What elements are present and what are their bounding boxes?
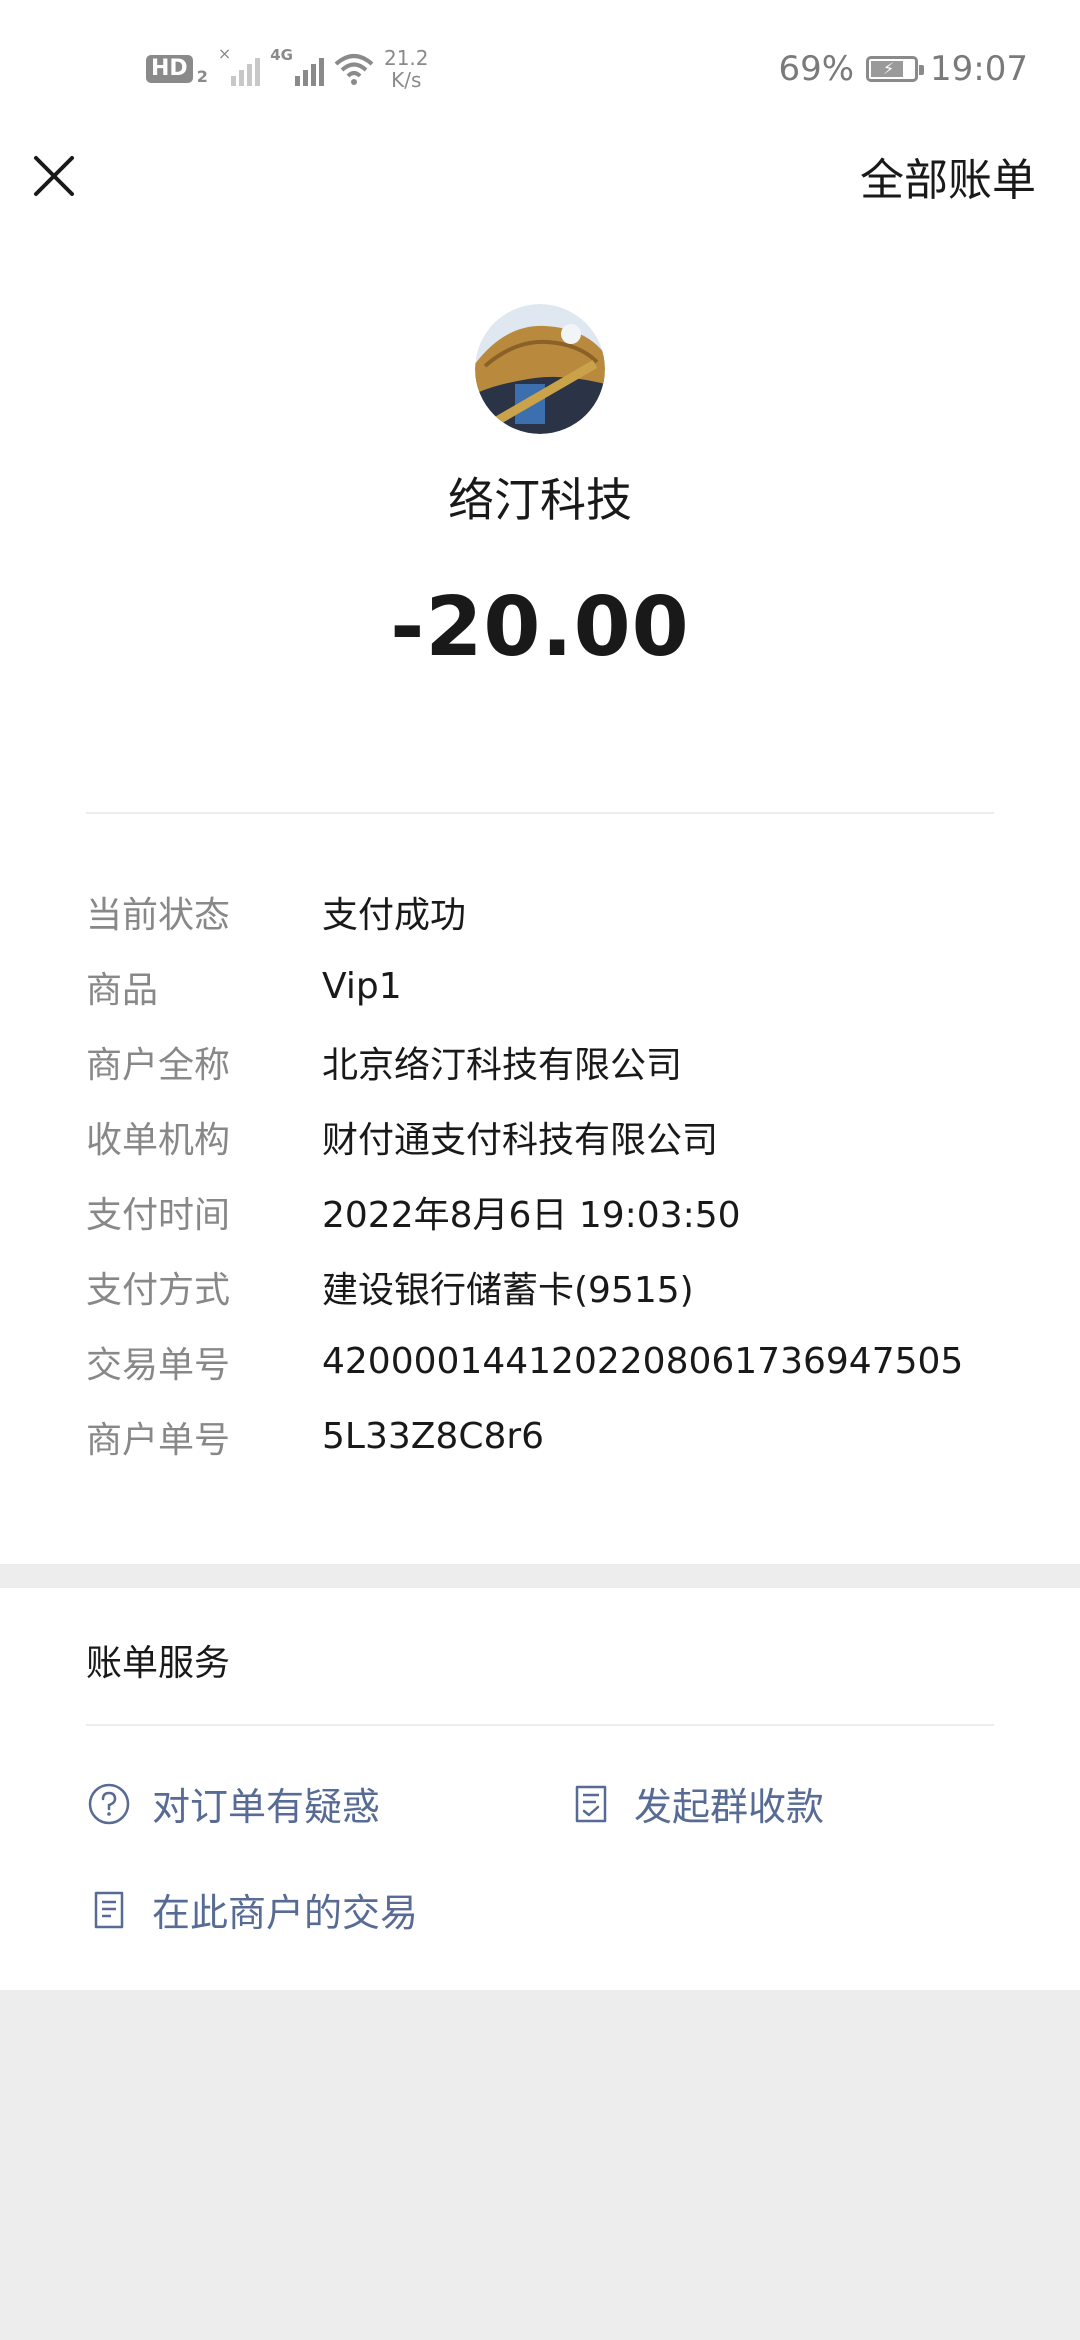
merchant-name: 络汀科技 [448,473,632,527]
detail-value: 5L33Z8C8r6 [322,1416,545,1457]
detail-key: 商品 [86,969,159,1011]
services-title: 账单服务 [86,1643,231,1684]
detail-value: Vip1 [322,966,402,1007]
battery-icon: ⚡ [866,56,925,82]
merchant-avatar [475,304,605,434]
hd-sub-label: 2 [196,66,208,86]
document-list-icon [94,1891,124,1928]
detail-row-merchant-order-id: 商户单号 5L33Z8C8r6 [86,1399,1006,1474]
detail-value: 财付通支付科技有限公司 [322,1119,719,1161]
sim2-signal-icon [294,52,324,86]
wifi-icon [334,54,374,85]
group-collect-button[interactable]: 发起群收款 [568,1776,824,1831]
no-signal-mark: × [217,44,232,63]
close-icon[interactable] [28,150,80,202]
top-navigation-bar: 全部账单 [0,132,1080,238]
detail-value: 建设银行储蓄卡(9515) [322,1269,694,1311]
network-speed: 21.2 K/s [384,47,429,91]
divider [86,1724,994,1726]
group-collect-label: 发起群收款 [634,1785,825,1829]
order-question-label: 对订单有疑惑 [152,1785,381,1829]
merchant-trades-label: 在此商户的交易 [152,1891,419,1935]
detail-key: 支付方式 [86,1269,231,1311]
detail-value: 北京络汀科技有限公司 [322,1044,683,1086]
divider [86,812,994,814]
detail-row-merchant-fullname: 商户全称 北京络汀科技有限公司 [86,1024,1006,1099]
detail-key: 支付时间 [86,1194,231,1236]
clock: 19:07 [930,49,1028,89]
detail-row-transaction-id: 交易单号 4200001441202208061736947505 [86,1324,1006,1399]
detail-key: 商户全称 [86,1044,231,1086]
detail-value: 4200001441202208061736947505 [322,1341,964,1382]
detail-key: 收单机构 [86,1119,231,1161]
status-icons-right: 69% ⚡ 19:07 [778,44,1028,94]
detail-list: 当前状态 支付成功 商品 Vip1 商户全称 北京络汀科技有限公司 收单机构 财… [86,874,1006,1474]
transaction-amount: -20.00 [390,580,690,675]
detail-row-pay-time: 支付时间 2022年8月6日 19:03:50 [86,1174,1006,1249]
speed-unit: K/s [391,68,422,92]
sim1-signal-icon [231,52,261,86]
network-type-label: 4G [270,46,293,64]
bill-services-section: 账单服务 对订单有疑惑 发起群收款 在此商户的交易 [0,1588,1080,1990]
detail-value: 2022年8月6日 19:03:50 [322,1194,741,1236]
document-check-icon [575,1785,607,1822]
charging-icon: ⚡ [883,59,895,78]
order-question-button[interactable]: 对订单有疑惑 [86,1776,380,1831]
detail-key: 当前状态 [86,894,231,936]
detail-row-product: 商品 Vip1 [86,949,1006,1024]
hd-icon: HD [146,55,193,83]
battery-percent: 69% [778,49,855,89]
transaction-detail-card: 络汀科技 -20.00 当前状态 支付成功 商品 Vip1 商户全称 北京络汀科… [0,238,1080,1564]
merchant-trades-button[interactable]: 在此商户的交易 [86,1882,418,1937]
detail-row-pay-method: 支付方式 建设银行储蓄卡(9515) [86,1249,1006,1324]
question-circle-icon [88,1783,130,1824]
all-bills-link[interactable]: 全部账单 [860,144,1036,208]
status-bar: HD 2 × 4G 21.2 K/s 69% ⚡ 19:07 [0,0,1080,132]
speed-value: 21.2 [383,46,429,70]
detail-value: 支付成功 [322,894,467,936]
detail-key: 商户单号 [86,1419,231,1461]
status-icons-left: HD 2 × 4G 21.2 K/s [146,44,429,94]
detail-key: 交易单号 [86,1344,231,1386]
detail-row-status: 当前状态 支付成功 [86,874,1006,949]
detail-row-acquirer: 收单机构 财付通支付科技有限公司 [86,1099,1006,1174]
